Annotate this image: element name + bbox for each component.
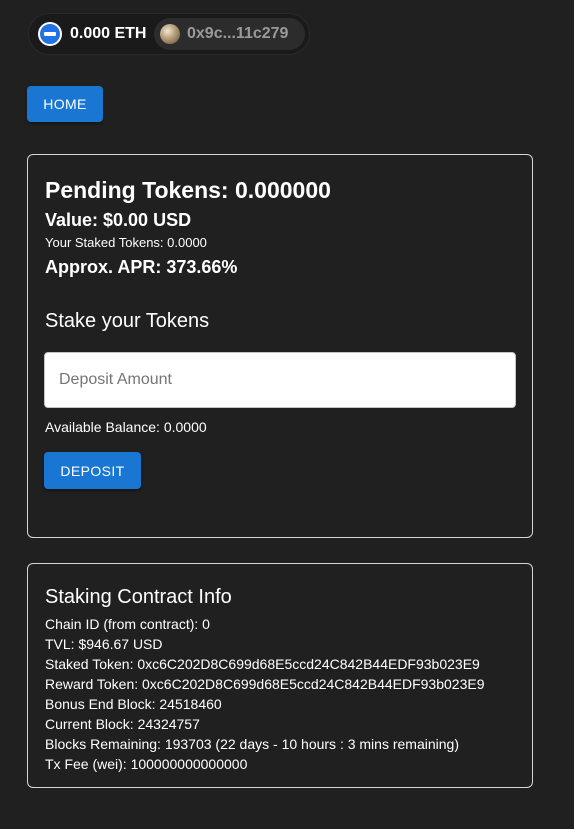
staked-tokens: Your Staked Tokens: 0.0000 xyxy=(45,235,207,250)
stake-heading: Stake your Tokens xyxy=(45,310,210,332)
wallet-status: 0.000 ETH 0x9c...11c279 xyxy=(28,13,310,55)
avatar xyxy=(160,24,180,44)
deposit-amount-input[interactable] xyxy=(44,352,516,408)
ethereum-icon xyxy=(38,22,62,46)
apr: Approx. APR: 373.66% xyxy=(45,257,238,277)
blocks-remaining: Blocks Remaining: 193703 (22 days - 10 h… xyxy=(45,736,459,752)
eth-balance: 0.000 ETH xyxy=(70,25,147,42)
bonus-end-block: Bonus End Block: 24518460 xyxy=(45,696,222,712)
pending-tokens: Pending Tokens: 0.000000 xyxy=(45,177,331,203)
home-button[interactable]: HOME xyxy=(27,86,103,122)
usd-value: Value: $0.00 USD xyxy=(45,210,192,230)
chain-id: Chain ID (from contract): 0 xyxy=(45,616,210,632)
account-button[interactable]: 0x9c...11c279 xyxy=(154,18,305,50)
wallet-address: 0x9c...11c279 xyxy=(187,25,289,42)
tvl: TVL: $946.67 USD xyxy=(45,636,163,652)
contract-info-heading: Staking Contract Info xyxy=(45,586,232,608)
available-balance: Available Balance: 0.0000 xyxy=(45,419,207,435)
contract-info-card: Staking Contract Info Chain ID (from con… xyxy=(27,563,533,788)
deposit-button[interactable]: DEPOSIT xyxy=(44,452,141,489)
contract-info-list: Chain ID (from contract): 0 TVL: $946.67… xyxy=(45,614,484,774)
reward-token: Reward Token: 0xc6C202D8C699d68E5ccd24C8… xyxy=(45,676,485,692)
current-block: Current Block: 24324757 xyxy=(45,716,200,732)
staking-card: Pending Tokens: 0.000000 Value: $0.00 US… xyxy=(27,154,533,538)
tx-fee: Tx Fee (wei): 100000000000000 xyxy=(45,756,248,772)
staked-token: Staked Token: 0xc6C202D8C699d68E5ccd24C8… xyxy=(45,656,480,672)
